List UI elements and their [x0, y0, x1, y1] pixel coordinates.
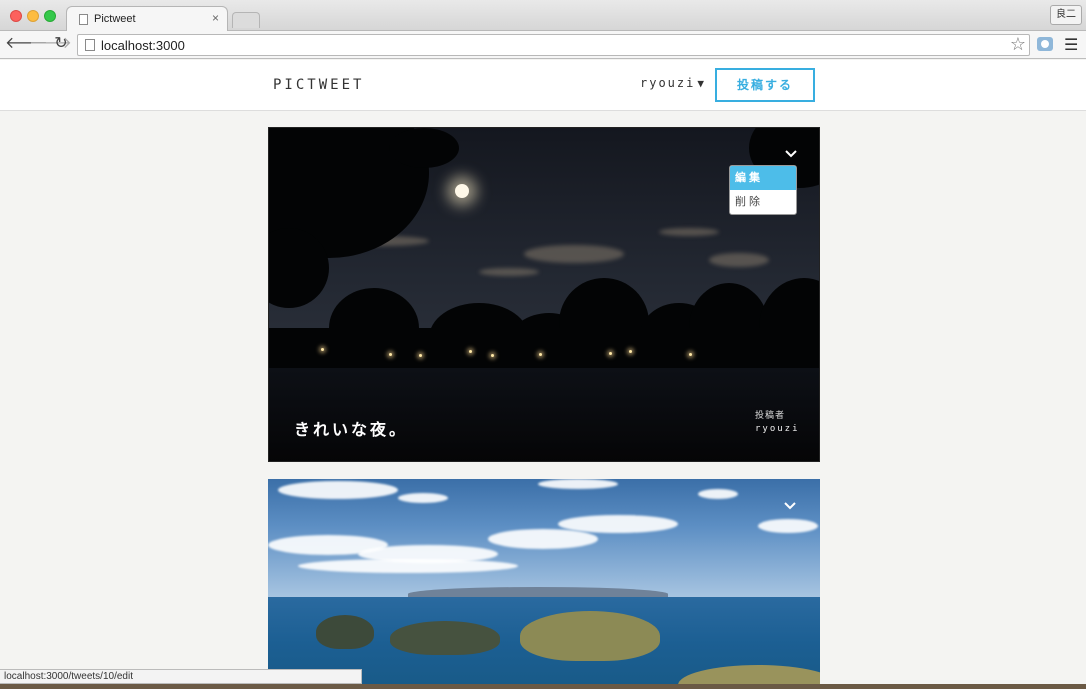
chevron-down-icon[interactable] [783, 499, 797, 513]
post-dropdown-menu: 編集 削除 [729, 165, 797, 215]
tab-title: Pictweet [94, 13, 136, 25]
site-logo[interactable]: PICTWEET [273, 77, 364, 93]
lake [269, 368, 819, 461]
edit-menu-item[interactable]: 編集 [730, 166, 796, 190]
window-bottom-edge [0, 684, 1086, 689]
minimize-window-button[interactable] [27, 10, 39, 22]
tab-close-icon[interactable]: × [212, 11, 219, 25]
camera-icon[interactable] [1037, 37, 1053, 51]
post-image-sea [268, 479, 820, 599]
profile-button[interactable]: 良二 [1050, 5, 1082, 25]
moon [455, 184, 469, 198]
forward-arrow-icon[interactable]: 🡒 [29, 35, 72, 53]
address-bar[interactable]: localhost:3000 ☆ [77, 34, 1030, 56]
post-caption: きれいな夜。 [294, 422, 409, 439]
page-icon [79, 14, 88, 25]
user-name: ryouzi [640, 76, 696, 90]
user-menu[interactable]: ryouzi ▼ [640, 76, 706, 90]
back-arrow-icon[interactable]: 🡐 [5, 35, 48, 53]
author-label: 投稿者 [755, 410, 786, 420]
browser-tab[interactable]: Pictweet × [66, 6, 228, 32]
menu-icon[interactable]: ☰ [1064, 35, 1078, 55]
author-name[interactable]: ryouzi [755, 424, 800, 434]
star-icon[interactable]: ☆ [1010, 34, 1026, 55]
post-button[interactable]: 投稿する [715, 68, 815, 102]
post-card [268, 479, 820, 689]
page-icon [85, 39, 95, 51]
delete-menu-item[interactable]: 削除 [730, 190, 796, 214]
new-tab-button[interactable] [232, 12, 260, 28]
caret-down-icon: ▼ [697, 77, 706, 90]
url-text[interactable]: localhost:3000 [101, 38, 185, 53]
browser-toolbar: 🡐 🡒 ↻ localhost:3000 ☆ [0, 31, 1086, 59]
browser-titlebar: Pictweet × 良二 [0, 0, 1086, 32]
post-card: 編集 削除 きれいな夜。 投稿者 ryouzi [268, 127, 820, 462]
reload-icon[interactable]: ↻ [52, 35, 70, 53]
close-window-button[interactable] [10, 10, 22, 22]
status-bar: localhost:3000/tweets/10/edit [0, 669, 362, 684]
site-header: PICTWEET ryouzi ▼ 投稿する [0, 60, 1086, 111]
chevron-down-icon[interactable] [784, 147, 798, 161]
zoom-window-button[interactable] [44, 10, 56, 22]
